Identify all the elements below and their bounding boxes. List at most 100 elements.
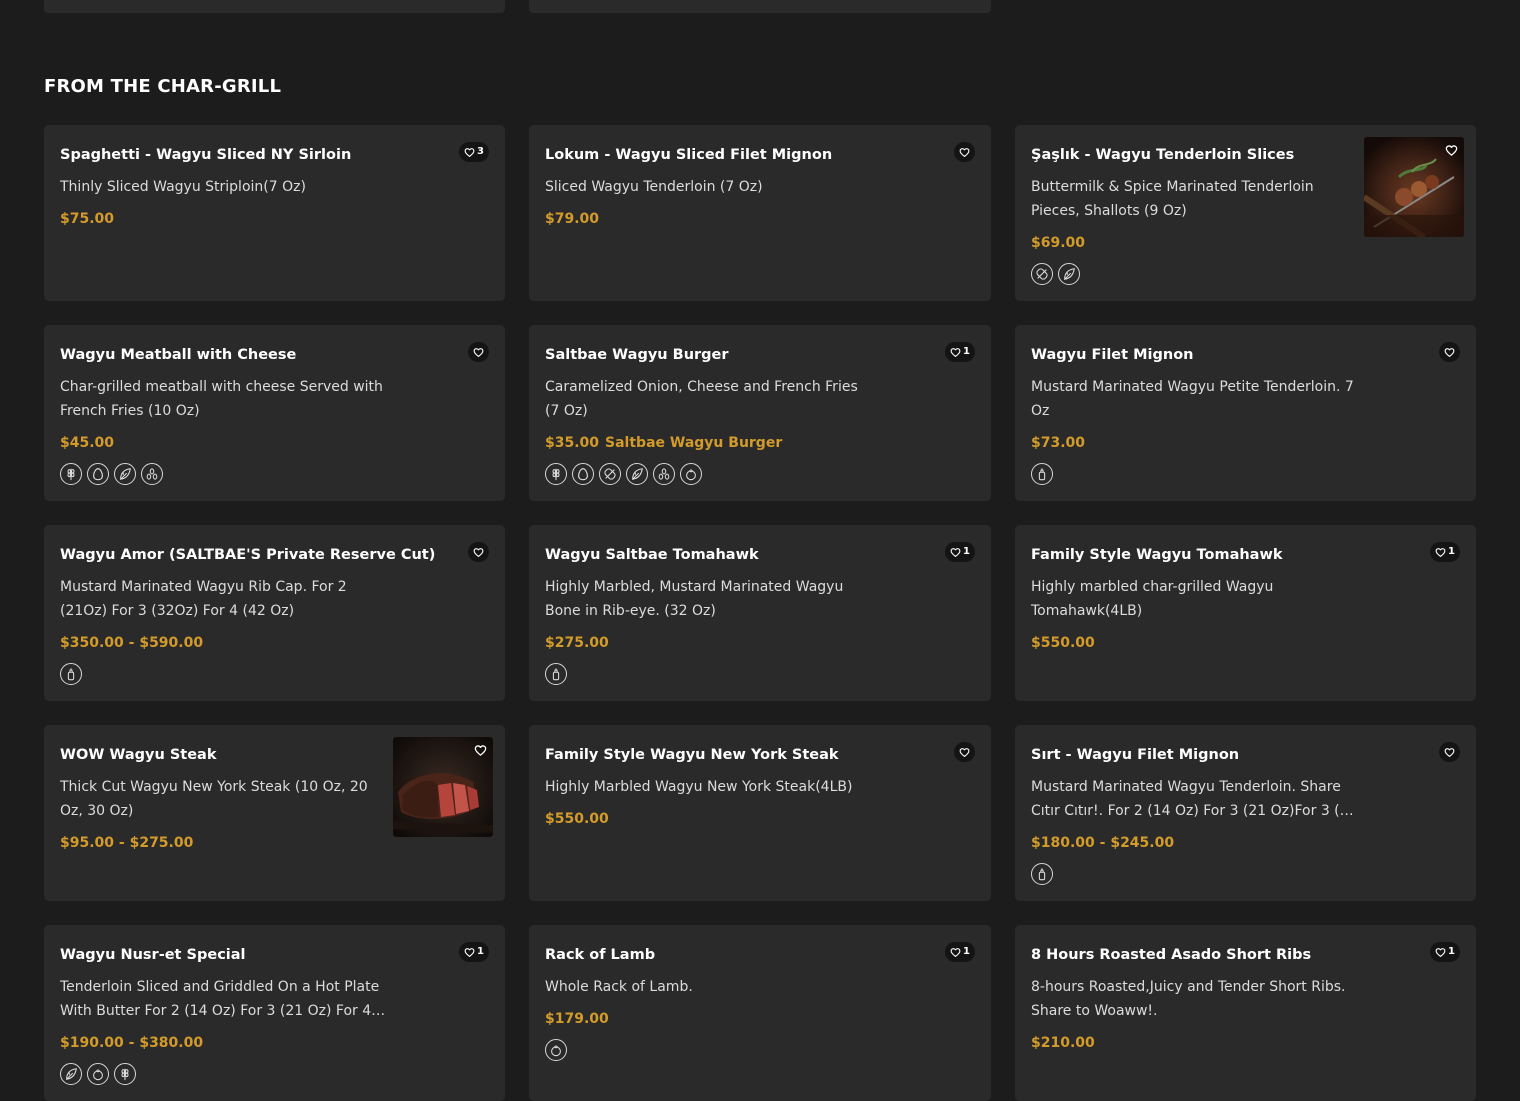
item-name: Sırt - Wagyu Filet Mignon: [1031, 747, 1240, 763]
steak-skewers-photo[interactable]: [1364, 137, 1464, 237]
favorite-button[interactable]: 1: [1430, 942, 1460, 962]
item-description: Mustard Marinated Wagyu Rib Cap. For 2 (…: [60, 579, 347, 619]
favorite-button[interactable]: [468, 342, 489, 362]
wheat-icon: [114, 1063, 136, 1085]
item-price: $210.00: [1031, 1035, 1095, 1051]
item-price: $35.00: [545, 435, 600, 451]
sesame-icon: [653, 463, 675, 485]
item-name: WOW Wagyu Steak: [60, 747, 217, 763]
favorite-button[interactable]: 3: [459, 142, 489, 162]
tomato-icon: [680, 463, 702, 485]
mustard-bottle-icon: [545, 663, 567, 685]
like-count: 1: [963, 546, 970, 557]
menu-item-text: Rack of Lamb Whole Rack of Lamb. $179.00: [545, 945, 875, 1061]
item-price: $550.00: [1031, 635, 1095, 651]
menu-item-text: Wagyu Nusr-et Special Tenderloin Sliced a…: [60, 945, 390, 1085]
menu-item-text: Lokum - Wagyu Sliced Filet Mignon Sliced…: [545, 145, 875, 231]
menu-item-card[interactable]: Wagyu Amor (SALTBAE'S Private Reserve Cu…: [44, 525, 505, 701]
menu-item-text: Wagyu Saltbae Tomahawk Highly Marbled, Mu…: [545, 545, 875, 685]
menu-item-text: Family Style Wagyu Tomahawk Highly marble…: [1031, 545, 1361, 655]
item-price: $79.00: [545, 211, 600, 227]
heart-icon: [1444, 347, 1455, 358]
item-price: $75.00: [60, 211, 115, 227]
heart-icon: [959, 747, 970, 758]
favorite-button[interactable]: [1439, 742, 1460, 762]
item-name: Wagyu Nusr-et Special: [60, 947, 246, 963]
favorite-button[interactable]: 1: [459, 942, 489, 962]
menu-item-card[interactable]: Wagyu Filet Mignon Mustard Marinated Wagy…: [1015, 325, 1476, 501]
favorite-button[interactable]: [954, 142, 975, 162]
menu-item-card[interactable]: Family Style Wagyu New York Steak Highly …: [529, 725, 991, 901]
allergen-icons: [60, 1063, 390, 1085]
previous-section-card[interactable]: [44, 0, 505, 13]
item-description: Thinly Sliced Wagyu Striploin(7 Oz): [60, 179, 306, 195]
item-name: Spaghetti - Wagyu Sliced NY Sirloin: [60, 147, 352, 163]
item-price: $45.00: [60, 435, 115, 451]
menu-item-card[interactable]: Spaghetti - Wagyu Sliced NY Sirloin Thinl…: [44, 125, 505, 301]
menu-item-card[interactable]: Wagyu Nusr-et Special Tenderloin Sliced a…: [44, 925, 505, 1101]
menu-grid: Spaghetti - Wagyu Sliced NY Sirloin Thinl…: [44, 125, 1476, 1101]
item-price: $180.00 - $245.00: [1031, 835, 1175, 851]
item-name: Wagyu Saltbae Tomahawk: [545, 547, 759, 563]
vegetable-leaf-icon: [626, 463, 648, 485]
item-description: Whole Rack of Lamb.: [545, 979, 693, 995]
menu-item-card[interactable]: Rack of Lamb Whole Rack of Lamb. $179.00 1: [529, 925, 991, 1101]
allergen-icons: [1031, 863, 1361, 885]
menu-item-card[interactable]: Sırt - Wagyu Filet Mignon Mustard Marinat…: [1015, 725, 1476, 901]
allergen-icons: [1031, 463, 1361, 485]
item-price-note: Saltbae Wagyu Burger: [605, 435, 783, 451]
item-price-line: $550.00: [1031, 631, 1361, 655]
item-price-line: $180.00 - $245.00: [1031, 831, 1361, 855]
favorite-button[interactable]: 1: [1430, 542, 1460, 562]
previous-section-card[interactable]: [529, 0, 991, 13]
menu-item-card[interactable]: Family Style Wagyu Tomahawk Highly marble…: [1015, 525, 1476, 701]
item-price: $190.00 - $380.00: [60, 1035, 204, 1051]
favorite-button[interactable]: [1439, 342, 1460, 362]
allergen-icons: [545, 663, 875, 685]
item-description: Sliced Wagyu Tenderloin (7 Oz): [545, 179, 763, 195]
menu-item-card[interactable]: 8 Hours Roasted Asado Short Ribs 8-hours …: [1015, 925, 1476, 1101]
item-name: Wagyu Meatball with Cheese: [60, 347, 297, 363]
item-name: Rack of Lamb: [545, 947, 656, 963]
menu-item-card[interactable]: WOW Wagyu Steak Thick Cut Wagyu New York …: [44, 725, 505, 901]
favorite-button[interactable]: 1: [945, 542, 975, 562]
menu-item-card[interactable]: Lokum - Wagyu Sliced Filet Mignon Sliced…: [529, 125, 991, 301]
like-count: 1: [1448, 946, 1455, 957]
item-description: Mustard Marinated Wagyu Petite Tenderloi…: [1031, 379, 1354, 419]
favorite-button[interactable]: [468, 542, 489, 562]
item-description: Buttermilk & Spice Marinated Tenderloin …: [1031, 179, 1314, 219]
item-price-line: $179.00: [545, 1007, 875, 1031]
menu-item-text: Wagyu Meatball with Cheese Char-grilled m…: [60, 345, 390, 485]
item-name: Wagyu Amor (SALTBAE'S Private Reserve Cu…: [60, 547, 436, 563]
allergen-icons: [1031, 263, 1353, 285]
sliced-steak-photo[interactable]: [393, 737, 493, 837]
favorite-button[interactable]: 1: [945, 942, 975, 962]
no-gluten-icon: [1031, 263, 1053, 285]
favorite-button[interactable]: [954, 742, 975, 762]
allergen-icons: [60, 463, 390, 485]
mustard-bottle-icon: [60, 663, 82, 685]
item-description: Char-grilled meatball with cheese Served…: [60, 379, 383, 419]
menu-item-card[interactable]: Wagyu Saltbae Tomahawk Highly Marbled, Mu…: [529, 525, 991, 701]
menu-item-text: Wagyu Amor (SALTBAE'S Private Reserve Cu…: [60, 545, 436, 685]
heart-icon: [1435, 947, 1446, 958]
favorite-heart-icon[interactable]: [1445, 142, 1458, 161]
item-description: Thick Cut Wagyu New York Steak (10 Oz, 2…: [60, 779, 368, 819]
like-count: 1: [477, 946, 484, 957]
item-price-line: $550.00: [545, 807, 875, 831]
no-gluten-icon: [599, 463, 621, 485]
menu-item-card[interactable]: Saltbae Wagyu Burger Caramelized Onion, C…: [529, 325, 991, 501]
menu-item-text: WOW Wagyu Steak Thick Cut Wagyu New York …: [60, 745, 382, 855]
vegetable-leaf-icon: [114, 463, 136, 485]
favorite-button[interactable]: 1: [945, 342, 975, 362]
like-count: 1: [963, 346, 970, 357]
menu-item-card[interactable]: Wagyu Meatball with Cheese Char-grilled m…: [44, 325, 505, 501]
heart-icon: [1435, 547, 1446, 558]
allergen-icons: [545, 463, 875, 485]
menu-item-card[interactable]: Şaşlık - Wagyu Tenderloin Slices Buttermi…: [1015, 125, 1476, 301]
favorite-heart-icon[interactable]: [474, 742, 487, 761]
item-price: $73.00: [1031, 435, 1086, 451]
heart-icon: [959, 147, 970, 158]
item-name: Şaşlık - Wagyu Tenderloin Slices: [1031, 147, 1295, 163]
item-price-line: $35.00 Saltbae Wagyu Burger: [545, 431, 875, 455]
